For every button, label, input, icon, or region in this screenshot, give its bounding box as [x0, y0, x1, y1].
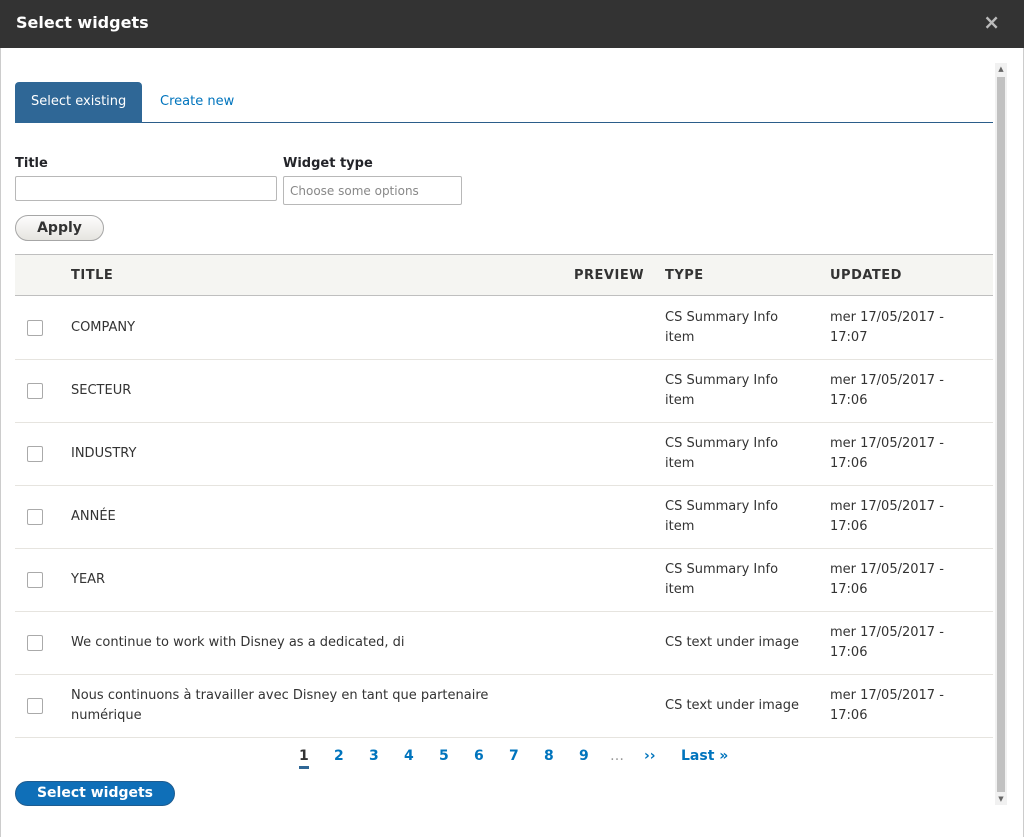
scrollbar[interactable]: ▲ ▼	[995, 63, 1007, 805]
row-checkbox[interactable]	[27, 446, 43, 462]
column-preview-header: PREVIEW	[574, 268, 645, 283]
pager-page[interactable]: 4	[404, 748, 414, 764]
row-type-line: CS text under image	[665, 635, 799, 650]
scrollbar-thumb[interactable]	[997, 77, 1005, 792]
row-title: ANNÉE	[71, 509, 116, 524]
row-type: CS text under image	[665, 633, 799, 653]
title-filter-label: Title	[15, 156, 48, 171]
row-updated-line: 17:06	[830, 708, 868, 723]
row-updated: mer 17/05/2017 - 17:06	[830, 560, 944, 600]
row-type-line: CS Summary Info	[665, 310, 779, 325]
column-updated-header[interactable]: UPDATED	[830, 268, 902, 283]
row-type: CS Summary Info item	[665, 434, 778, 474]
table-header: TITLE PREVIEW TYPE UPDATED	[15, 254, 993, 296]
row-type-line: item	[665, 456, 695, 471]
pager-page[interactable]: 7	[509, 748, 519, 764]
row-updated-line: 17:06	[830, 519, 868, 534]
pager-page[interactable]: 9	[579, 748, 589, 764]
table-row: Nous continuons à travailler avec Disney…	[15, 675, 993, 738]
tab-create-new[interactable]: Create new	[144, 82, 250, 123]
widget-type-select[interactable]: Choose some options	[283, 176, 462, 205]
row-title: Nous continuons à travailler avec Disney…	[71, 688, 489, 723]
row-updated-line: 17:06	[830, 456, 868, 471]
title-filter-input[interactable]	[15, 176, 277, 201]
pager-next[interactable]: ››	[644, 748, 656, 764]
row-updated: mer 17/05/2017 - 17:06	[830, 497, 944, 537]
row-type-line: CS Summary Info	[665, 562, 779, 577]
row-updated-line: 17:06	[830, 393, 868, 408]
dialog-title: Select widgets	[16, 13, 149, 32]
tab-bar: Select existing Create new	[15, 82, 993, 123]
table-row: INDUSTRY CS Summary Info item mer 17/05/201…	[15, 423, 993, 486]
pager: 1 2 3 4 5 6 7 8 9 … ›› Last »	[1, 748, 1024, 772]
tab-select-existing[interactable]: Select existing	[15, 82, 143, 123]
scroll-down-icon[interactable]: ▼	[995, 793, 1007, 805]
row-type-line: item	[665, 393, 695, 408]
row-updated-line: 17:06	[830, 582, 868, 597]
row-updated-line: mer 17/05/2017 -	[830, 373, 944, 388]
row-checkbox[interactable]	[27, 635, 43, 651]
row-checkbox[interactable]	[27, 320, 43, 336]
row-checkbox[interactable]	[27, 572, 43, 588]
pager-page[interactable]: 8	[544, 748, 554, 764]
pager-page[interactable]: 5	[439, 748, 449, 764]
row-type-line: CS Summary Info	[665, 373, 779, 388]
column-title-header[interactable]: TITLE	[71, 268, 113, 283]
row-type: CS Summary Info item	[665, 560, 778, 600]
row-type: CS Summary Info item	[665, 497, 778, 537]
row-type: CS Summary Info item	[665, 308, 778, 348]
table-row: ANNÉE CS Summary Info item mer 17/05/2017 -…	[15, 486, 993, 549]
row-updated-line: mer 17/05/2017 -	[830, 436, 944, 451]
widget-type-label: Widget type	[283, 156, 373, 171]
row-type-line: item	[665, 519, 695, 534]
row-updated-line: 17:06	[830, 645, 868, 660]
row-updated-line: mer 17/05/2017 -	[830, 625, 944, 640]
table-row: We continue to work with Disney as a ded…	[15, 612, 993, 675]
dialog-body: ▲ ▼ Select existing Create new Title Wid…	[0, 48, 1024, 837]
row-type-line: CS Summary Info	[665, 436, 779, 451]
pager-page[interactable]: 2	[334, 748, 344, 764]
row-updated: mer 17/05/2017 - 17:06	[830, 434, 944, 474]
row-type-line: CS Summary Info	[665, 499, 779, 514]
row-updated: mer 17/05/2017 - 17:06	[830, 371, 944, 411]
row-updated-line: mer 17/05/2017 -	[830, 310, 944, 325]
pager-ellipsis: …	[610, 748, 624, 764]
close-icon[interactable]: ×	[983, 10, 1000, 34]
row-type: CS text under image	[665, 696, 799, 716]
pager-page[interactable]: 6	[474, 748, 484, 764]
column-type-header[interactable]: TYPE	[665, 268, 704, 283]
dialog-titlebar: Select widgets ×	[0, 0, 1024, 48]
table-row: SECTEUR CS Summary Info item mer 17/05/2017…	[15, 360, 993, 423]
row-updated-line: mer 17/05/2017 -	[830, 688, 944, 703]
select-widgets-button[interactable]: Select widgets	[15, 781, 175, 806]
row-checkbox[interactable]	[27, 698, 43, 714]
row-updated-line: 17:07	[830, 330, 868, 345]
row-title: YEAR	[71, 572, 106, 587]
pager-page-current[interactable]: 1	[299, 748, 309, 769]
row-type-line: item	[665, 582, 695, 597]
pager-last[interactable]: Last »	[681, 748, 728, 764]
scroll-up-icon[interactable]: ▲	[995, 63, 1007, 75]
row-checkbox[interactable]	[27, 383, 43, 399]
pager-page[interactable]: 3	[369, 748, 379, 764]
row-updated-line: mer 17/05/2017 -	[830, 499, 944, 514]
row-type-line: item	[665, 330, 695, 345]
table-row: YEAR CS Summary Info item mer 17/05/2017 - 1…	[15, 549, 993, 612]
row-updated: mer 17/05/2017 - 17:06	[830, 686, 944, 726]
row-title: INDUSTRY	[71, 446, 137, 461]
row-title: We continue to work with Disney as a ded…	[71, 635, 405, 650]
apply-button[interactable]: Apply	[15, 215, 104, 241]
row-updated: mer 17/05/2017 - 17:07	[830, 308, 944, 348]
row-updated: mer 17/05/2017 - 17:06	[830, 623, 944, 663]
row-checkbox[interactable]	[27, 509, 43, 525]
row-title: COMPANY	[71, 320, 136, 335]
row-updated-line: mer 17/05/2017 -	[830, 562, 944, 577]
table-row: COMPANY CS Summary Info item mer 17/05/2017…	[15, 297, 993, 360]
row-title: SECTEUR	[71, 383, 132, 398]
row-type-line: CS text under image	[665, 698, 799, 713]
row-type: CS Summary Info item	[665, 371, 778, 411]
